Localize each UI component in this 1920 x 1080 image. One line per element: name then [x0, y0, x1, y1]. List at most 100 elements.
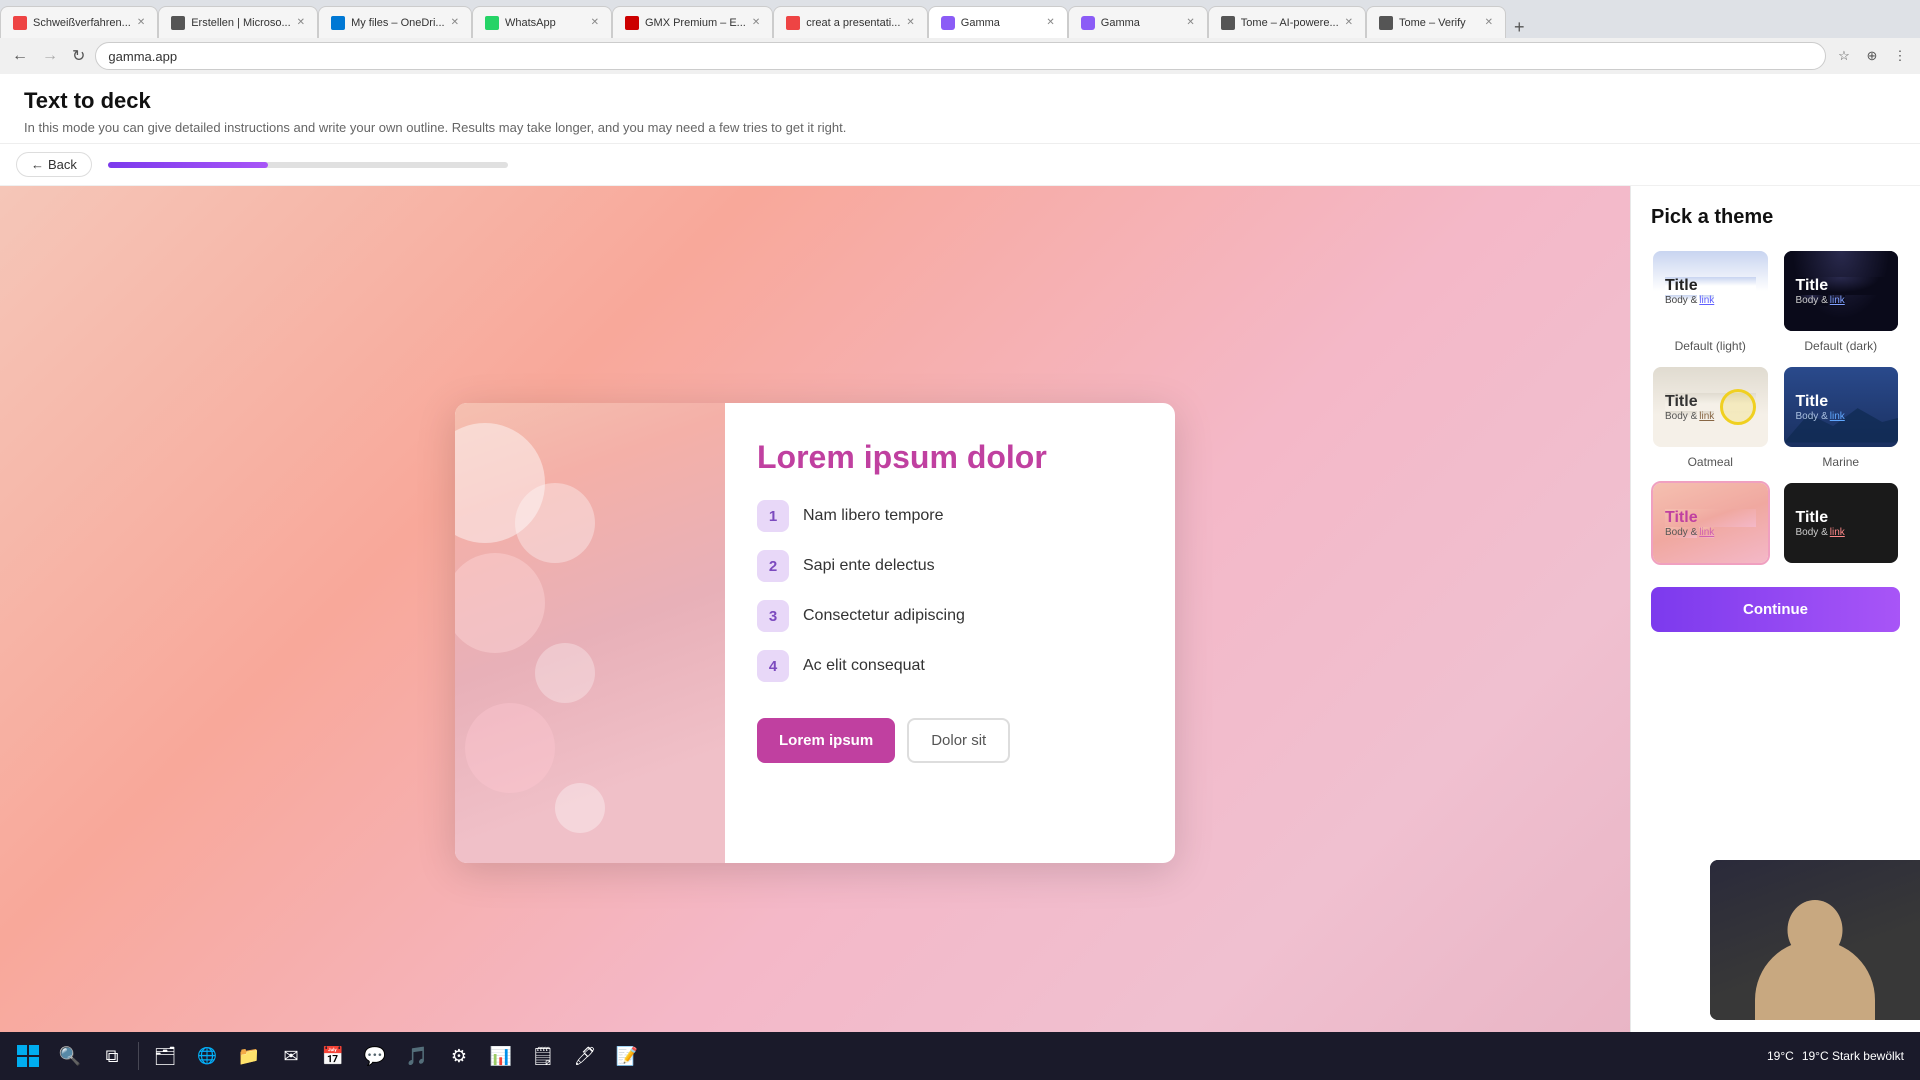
tab-close-2[interactable]: ✕ — [297, 17, 305, 28]
taskbar-music[interactable]: 🎵 — [397, 1036, 437, 1076]
taskview-button[interactable]: ⧉ — [92, 1036, 132, 1076]
list-text-3: Consectetur adipiscing — [803, 607, 965, 625]
slide-content-panel: Lorem ipsum dolor 1 Nam libero tempore 2… — [725, 403, 1175, 863]
tab-label-5: GMX Premium – E... — [645, 17, 746, 29]
theme-title-darkalt: Title — [1796, 509, 1887, 527]
address-bar[interactable]: gamma.app — [95, 42, 1826, 70]
list-item-1: 1 Nam libero tempore — [757, 500, 1143, 532]
theme-card-default-dark[interactable]: Title Body & link Default (dark) — [1782, 249, 1901, 353]
taskbar-settings[interactable]: ⚙ — [439, 1036, 479, 1076]
taskbar-browser[interactable]: 🌐 — [187, 1036, 227, 1076]
slide-image-inner — [455, 403, 725, 863]
continue-button[interactable]: Continue — [1651, 587, 1900, 632]
theme-cta: Continue — [1651, 587, 1900, 632]
start-button[interactable] — [8, 1036, 48, 1076]
tab-7[interactable]: Gamma ✕ — [928, 6, 1068, 38]
theme-body-light: Body & link — [1665, 295, 1756, 306]
tab-4[interactable]: WhatsApp ✕ — [472, 6, 612, 38]
tab-label-6: creat a presentati... — [806, 17, 900, 29]
theme-card-oatmeal[interactable]: Title Body & link Oatmeal — [1651, 365, 1770, 469]
taskbar-excel[interactable]: 📊 — [481, 1036, 521, 1076]
list-number-4: 4 — [757, 650, 789, 682]
theme-body-marine: Body & link — [1796, 411, 1887, 422]
tab-favicon-6 — [786, 16, 800, 30]
address-bar-row: ← → ↻ gamma.app ☆ ⊕ ⋮ — [0, 38, 1920, 74]
bookmark-button[interactable]: ☆ — [1832, 44, 1856, 68]
theme-preview-marine: Title Body & link — [1784, 367, 1899, 447]
tab-close-10[interactable]: ✕ — [1485, 17, 1493, 28]
list-item-3: 3 Consectetur adipiscing — [757, 600, 1143, 632]
tab-favicon-4 — [485, 16, 499, 30]
taskbar-word[interactable]: 📝 — [607, 1036, 647, 1076]
slide-card: Lorem ipsum dolor 1 Nam libero tempore 2… — [455, 403, 1175, 863]
taskbar: 🔍 ⧉ 🗂 🌐 📁 ✉ 📅 💬 🎵 ⚙ 📊 🗒 🖊 📝 19°C 19°C St… — [0, 1032, 1920, 1080]
forward-nav-button[interactable]: → — [38, 45, 62, 67]
slide-secondary-button[interactable]: Dolor sit — [907, 718, 1010, 763]
search-button[interactable]: 🔍 — [50, 1036, 90, 1076]
theme-label-marine: Marine — [1782, 455, 1901, 469]
taskbar-paint[interactable]: 🖊 — [565, 1036, 605, 1076]
tab-label-8: Gamma — [1101, 17, 1181, 29]
theme-body-peach: Body & link — [1665, 527, 1756, 538]
tab-close-6[interactable]: ✕ — [906, 17, 914, 28]
tab-close-9[interactable]: ✕ — [1345, 17, 1353, 28]
new-tab-button[interactable]: + — [1506, 17, 1533, 38]
theme-card-darkalt[interactable]: Title Body & link — [1782, 481, 1901, 571]
cloud-deco-5 — [465, 703, 555, 793]
theme-title-light: Title — [1665, 277, 1756, 295]
theme-preview-darkalt: Title Body & link — [1784, 483, 1899, 563]
back-button[interactable]: ← Back — [16, 152, 92, 177]
taskbar-teams[interactable]: 💬 — [355, 1036, 395, 1076]
tab-close-3[interactable]: ✕ — [451, 17, 459, 28]
slide-list: 1 Nam libero tempore 2 Sapi ente delectu… — [757, 500, 1143, 682]
tab-6[interactable]: creat a presentati... ✕ — [773, 6, 928, 38]
back-nav-button[interactable]: ← — [8, 45, 32, 67]
tab-favicon-1 — [13, 16, 27, 30]
extensions-button[interactable]: ⊕ — [1860, 44, 1884, 68]
theme-title-peach: Title — [1665, 509, 1756, 527]
theme-grid: Title Body & link Default (light) Tit — [1651, 249, 1900, 571]
tab-close-1[interactable]: ✕ — [137, 17, 145, 28]
tab-close-8[interactable]: ✕ — [1186, 17, 1194, 28]
taskbar-notepad[interactable]: 🗒 — [523, 1036, 563, 1076]
taskbar-folder[interactable]: 🗂 — [145, 1036, 185, 1076]
taskbar-mail[interactable]: ✉ — [271, 1036, 311, 1076]
app-container: Text to deck In this mode you can give d… — [0, 70, 1920, 1080]
theme-label-default-dark: Default (dark) — [1782, 339, 1901, 353]
tab-label-9: Tome – AI-powere... — [1241, 17, 1339, 29]
theme-panel-title: Pick a theme — [1651, 206, 1900, 229]
tab-1[interactable]: Schweißverfahren... ✕ — [0, 6, 158, 38]
browser-actions: ☆ ⊕ ⋮ — [1832, 44, 1912, 68]
progress-fill — [108, 162, 268, 168]
tab-favicon-8 — [1081, 16, 1095, 30]
theme-card-default-light[interactable]: Title Body & link Default (light) — [1651, 249, 1770, 353]
taskbar-calendar[interactable]: 📅 — [313, 1036, 353, 1076]
list-number-3: 3 — [757, 600, 789, 632]
back-label: Back — [48, 157, 77, 172]
browser-chrome: Schweißverfahren... ✕ Erstellen | Micros… — [0, 0, 1920, 70]
reload-button[interactable]: ↻ — [68, 44, 89, 68]
slide-primary-button[interactable]: Lorem ipsum — [757, 718, 895, 763]
theme-card-peach[interactable]: Title Body & link — [1651, 481, 1770, 571]
tab-close-7[interactable]: ✕ — [1046, 17, 1054, 28]
theme-preview-default-light: Title Body & link — [1653, 251, 1768, 331]
tab-9[interactable]: Tome – AI-powere... ✕ — [1208, 6, 1366, 38]
tab-close-5[interactable]: ✕ — [752, 17, 760, 28]
tab-5[interactable]: GMX Premium – E... ✕ — [612, 6, 773, 38]
tab-10[interactable]: Tome – Verify ✕ — [1366, 6, 1506, 38]
tab-3[interactable]: My files – OneDri... ✕ — [318, 6, 472, 38]
video-silhouette — [1735, 890, 1895, 1020]
tab-close-4[interactable]: ✕ — [591, 17, 599, 28]
tab-2[interactable]: Erstellen | Microsо... ✕ — [158, 6, 318, 38]
app-title: Text to deck — [24, 88, 1896, 114]
cloud-deco-6 — [555, 783, 605, 833]
body — [1755, 940, 1875, 1020]
tab-label-2: Erstellen | Microsо... — [191, 17, 290, 29]
tab-bar: Schweißverfahren... ✕ Erstellen | Micros… — [0, 0, 1920, 38]
taskbar-files[interactable]: 📁 — [229, 1036, 269, 1076]
theme-card-marine[interactable]: Title Body & link Marine — [1782, 365, 1901, 469]
settings-button[interactable]: ⋮ — [1888, 44, 1912, 68]
video-person — [1710, 860, 1920, 1020]
back-arrow-icon: ← — [31, 157, 44, 172]
tab-8[interactable]: Gamma ✕ — [1068, 6, 1208, 38]
